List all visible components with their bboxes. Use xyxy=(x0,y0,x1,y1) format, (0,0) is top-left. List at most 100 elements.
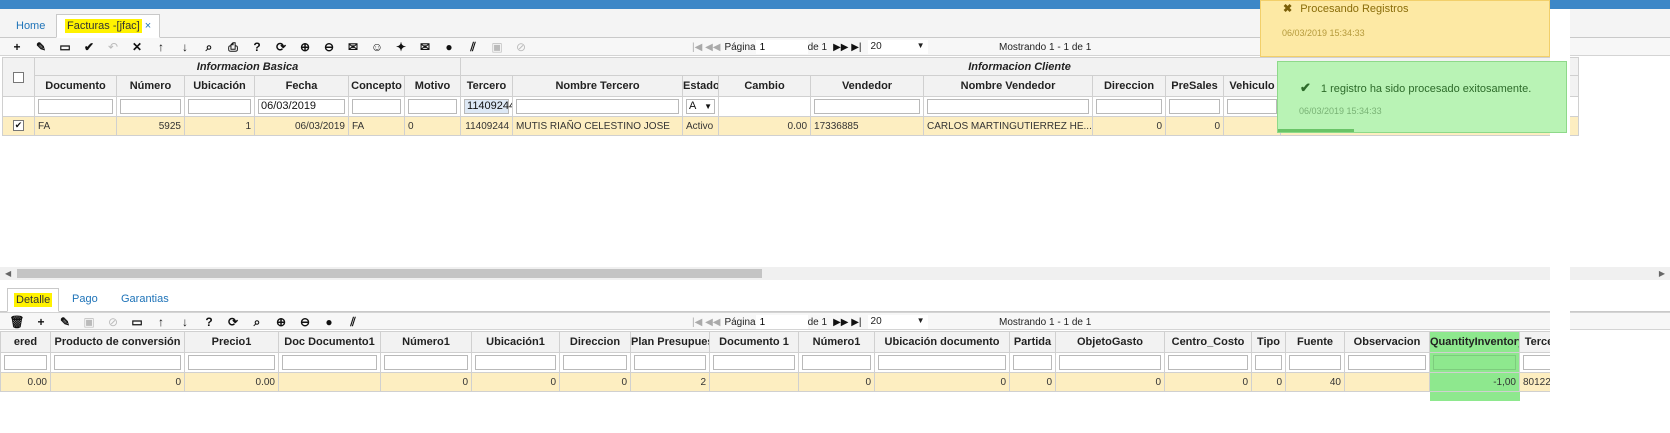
pin-icon[interactable]: ✦ xyxy=(389,40,413,54)
col-precio1[interactable]: Precio1 xyxy=(184,331,279,353)
cell-ubicacion1[interactable]: 0 xyxy=(471,372,560,392)
filter-concepto[interactable] xyxy=(352,99,401,114)
filter-fuente[interactable] xyxy=(1289,355,1341,370)
col-plan-presupuesto[interactable]: Plan Presupues xyxy=(630,331,710,353)
filter-motivo[interactable] xyxy=(408,99,458,114)
first-page-icon[interactable]: |◀ ◀◀ xyxy=(692,42,720,53)
print-icon[interactable]: ⎙ xyxy=(221,40,245,54)
arrow-up-icon[interactable]: ↑ xyxy=(149,315,173,329)
col-numero1[interactable]: Número1 xyxy=(380,331,472,353)
cell-concepto[interactable]: FA xyxy=(348,116,405,136)
filter-nombre-vendedor[interactable] xyxy=(927,99,1090,114)
search-icon[interactable]: ⌕ xyxy=(245,315,269,329)
resize-icon[interactable]: ⫽ xyxy=(461,40,485,54)
cell-ubicacion-documento[interactable]: 0 xyxy=(874,372,1010,392)
filter-objeto-gasto[interactable] xyxy=(1059,355,1161,370)
zoom-in-icon[interactable]: ⊕ xyxy=(269,315,293,329)
page-input[interactable] xyxy=(755,40,808,54)
close-icon[interactable]: ✖ xyxy=(1283,3,1292,15)
col-presales[interactable]: PreSales xyxy=(1165,75,1225,97)
cell-numero1[interactable]: 0 xyxy=(380,372,472,392)
col-nombre-tercero[interactable]: Nombre Tercero xyxy=(512,75,684,97)
next-page-icon[interactable]: ▶▶ ▶| xyxy=(833,42,861,53)
scroll-left-icon[interactable]: ◀ xyxy=(5,267,11,280)
disk-icon[interactable]: ▣ xyxy=(485,40,509,54)
cell-direccion[interactable]: 0 xyxy=(559,372,631,392)
delete-icon[interactable]: ✕ xyxy=(125,40,149,54)
filter-observacion[interactable] xyxy=(1348,355,1426,370)
col-ubicacion1[interactable]: Ubicación1 xyxy=(471,331,560,353)
col-concepto[interactable]: Concepto xyxy=(348,75,405,97)
filter-ubicacion[interactable] xyxy=(188,99,251,114)
col-direccion[interactable]: Direccion xyxy=(1092,75,1167,97)
col-ubicacion-documento[interactable]: Ubicación documento xyxy=(874,331,1010,353)
toggle-icon[interactable]: ▭ xyxy=(125,315,149,329)
table-row[interactable]: 0.00 0 0.00 0 0 0 2 0 0 0 0 0 0 40 -1,00… xyxy=(0,372,1570,392)
help-icon[interactable]: ? xyxy=(197,315,221,329)
filter-producto-conversion[interactable] xyxy=(54,355,181,370)
col-doc-documento1[interactable]: Doc Documento1 xyxy=(278,331,381,353)
col-documento[interactable]: Documento xyxy=(34,75,117,97)
cell-motivo[interactable]: 0 xyxy=(403,116,462,136)
user-icon[interactable]: ☺ xyxy=(365,40,389,54)
filter-numero[interactable] xyxy=(120,99,181,114)
filter-numero1[interactable] xyxy=(384,355,468,370)
add-icon[interactable]: + xyxy=(29,315,53,329)
page-size-select[interactable]: 20 ▼ xyxy=(867,40,928,54)
col-estado[interactable]: Estado xyxy=(682,75,720,97)
zoom-out-icon[interactable]: ⊖ xyxy=(317,40,341,54)
cell-fuente[interactable]: 40 xyxy=(1285,372,1345,392)
cell-doc-documento1[interactable] xyxy=(278,372,381,392)
cell-plan-presupuesto[interactable]: 2 xyxy=(630,372,710,392)
comment-icon[interactable]: ✉ xyxy=(341,40,365,54)
first-page-icon[interactable]: |◀ ◀◀ xyxy=(692,317,720,328)
filter-estado-select[interactable]: A ▼ xyxy=(686,99,716,114)
cell-objeto-gasto[interactable]: 0 xyxy=(1055,372,1165,392)
page-size-select[interactable]: 20 ▼ xyxy=(867,315,928,329)
cell-precio1[interactable]: 0.00 xyxy=(184,372,279,392)
resize-icon[interactable]: ⫽ xyxy=(341,315,365,329)
filter-centro-costo[interactable] xyxy=(1168,355,1248,370)
filter-tipo[interactable] xyxy=(1255,355,1282,370)
trash-icon[interactable]: 🗑 xyxy=(5,315,29,329)
filter-ubicacion1[interactable] xyxy=(475,355,556,370)
plus-circle-icon[interactable]: ● xyxy=(317,315,341,329)
cell-quantity-inventory[interactable]: -1,00 xyxy=(1429,372,1520,392)
col-direccion[interactable]: Direccion xyxy=(559,331,631,353)
col-objeto-gasto[interactable]: ObjetoGasto xyxy=(1055,331,1165,353)
page-input[interactable] xyxy=(755,315,808,329)
arrow-down-icon[interactable]: ↓ xyxy=(173,40,197,54)
filter-precio1[interactable] xyxy=(188,355,275,370)
scrollbar-thumb[interactable] xyxy=(17,269,762,278)
col-numero1-b[interactable]: Número1 xyxy=(798,331,875,353)
cell-tercero[interactable]: 11409244 xyxy=(460,116,514,136)
filter-fecha[interactable]: 06/03/2019 xyxy=(258,99,345,114)
col-producto-conversion[interactable]: Producto de conversión xyxy=(50,331,185,353)
row-select-cell[interactable]: ✔ xyxy=(2,116,35,136)
cell-documento-1[interactable] xyxy=(709,372,799,392)
search-icon[interactable]: ⌕ xyxy=(197,40,221,54)
cell-nombre-tercero[interactable]: MUTIS RIAÑO CELESTINO JOSE xyxy=(512,116,684,136)
cell-vendedor[interactable]: 17336885 xyxy=(810,116,925,136)
horizontal-scrollbar[interactable]: ◀ ▶ xyxy=(0,267,1670,280)
tab-home[interactable]: Home xyxy=(7,14,54,38)
cell-centro-costo[interactable]: 0 xyxy=(1164,372,1252,392)
col-centro-costo[interactable]: Centro_Costo xyxy=(1164,331,1252,353)
filter-direccion[interactable] xyxy=(1096,99,1163,114)
cell-cambio[interactable]: 0.00 xyxy=(718,116,812,136)
scroll-right-icon[interactable]: ▶ xyxy=(1659,267,1665,280)
disk-icon[interactable]: ▣ xyxy=(77,315,101,329)
filter-vendedor[interactable] xyxy=(814,99,921,114)
zoom-out-icon[interactable]: ⊖ xyxy=(293,315,317,329)
next-page-icon[interactable]: ▶▶ ▶| xyxy=(833,317,861,328)
filter-ered[interactable] xyxy=(4,355,47,370)
col-quantity-inventory[interactable]: QuantityInventory xyxy=(1429,331,1520,353)
select-all-cell[interactable] xyxy=(2,57,35,97)
undo-icon[interactable]: ↶ xyxy=(101,40,125,54)
cell-producto-conversion[interactable]: 0 xyxy=(50,372,185,392)
edit-icon[interactable]: ✎ xyxy=(53,315,77,329)
plus-circle-icon[interactable]: ● xyxy=(437,40,461,54)
col-ubicacion[interactable]: Ubicación xyxy=(184,75,255,97)
col-numero[interactable]: Número xyxy=(116,75,185,97)
tab-pago[interactable]: Pago xyxy=(66,288,104,312)
